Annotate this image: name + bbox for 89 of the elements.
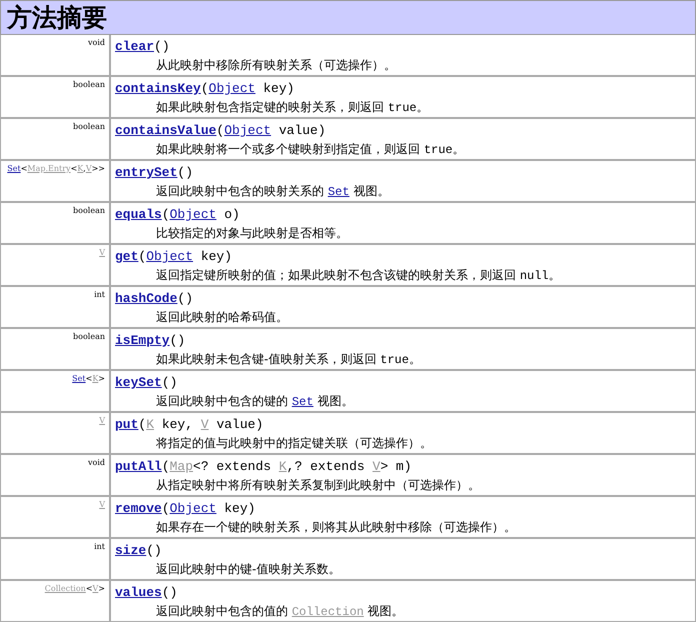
section-title: 方法摘要 <box>0 0 696 35</box>
signature-text: () <box>146 542 162 560</box>
description-text: 如果此映射将一个或多个键映射到指定值，则返回 <box>156 141 421 158</box>
description-text: 比较指定的对象与此映射是否相等。 <box>156 225 348 242</box>
return-type: < <box>70 164 78 173</box>
signature-text: key) <box>223 500 256 518</box>
signature-text: ( <box>216 122 224 140</box>
signature-text: () <box>154 38 170 56</box>
code-text: null <box>520 268 549 285</box>
method-link[interactable]: putAll <box>115 457 162 476</box>
return-type: int <box>94 290 105 299</box>
return-type: , <box>83 164 86 173</box>
description-text: 从此映射中移除所有映射关系（可选操作）。 <box>156 57 396 74</box>
return-type: > <box>98 374 105 383</box>
description-text: 返回此映射中包含的键的 <box>156 393 289 410</box>
code-text: true <box>388 100 417 117</box>
signature-text: () <box>170 332 186 350</box>
return-type: int <box>94 542 105 551</box>
signature-text: () <box>177 164 194 182</box>
description-text: 。 <box>416 99 429 116</box>
description-text: 视图。 <box>352 183 390 200</box>
signature-text: ( <box>162 206 170 224</box>
signature-text: <? extends <box>193 458 272 476</box>
signature-text: () <box>162 584 178 602</box>
return-type: boolean <box>73 122 105 131</box>
description-text: 。 <box>408 351 421 368</box>
code-text: true <box>424 142 453 159</box>
signature-text: value) <box>278 122 326 140</box>
signature-text: key, <box>160 416 194 434</box>
type-link[interactable]: Object <box>170 205 216 224</box>
signature-text: ( <box>162 500 170 518</box>
description-text: 返回指定键所映射的值；如果此映射不包含该键的映射关系，则返回 <box>156 267 517 284</box>
return-type: > <box>98 584 105 593</box>
method-link[interactable]: isEmpty <box>115 331 170 350</box>
method-link[interactable]: size <box>115 541 146 560</box>
return-type: < <box>86 374 92 383</box>
return-type: boolean <box>73 206 105 215</box>
signature-text: ( <box>138 248 146 266</box>
return-type: boolean <box>73 80 105 89</box>
description-text: 如果此映射未包含键-值映射关系，则返回 <box>156 351 378 368</box>
type-link[interactable]: Object <box>208 79 256 98</box>
method-link[interactable]: keySet <box>115 373 162 392</box>
type-link[interactable]: Object <box>224 121 272 140</box>
description-text: 从指定映射中将所有映射关系复制到此映射中（可选操作）。 <box>156 477 480 494</box>
signature-text: ( <box>138 416 146 434</box>
type-link[interactable]: Object <box>146 247 194 266</box>
code-text: true <box>380 352 409 369</box>
method-link[interactable]: values <box>115 583 162 602</box>
description-text: 返回此映射中包含的映射关系的 <box>156 183 325 200</box>
description-text: 返回此映射的哈希码值。 <box>156 309 288 326</box>
method-link[interactable]: equals <box>115 205 162 224</box>
return-type: void <box>88 458 105 467</box>
signature-text: ,? extends <box>286 458 366 476</box>
signature-text: key) <box>200 248 232 266</box>
signature-text: () <box>177 290 194 308</box>
type-link[interactable]: Set <box>72 374 86 383</box>
signature-text: ( <box>200 80 209 98</box>
type-link[interactable]: Set <box>328 183 350 202</box>
signature-text: key) <box>262 80 294 98</box>
method-link[interactable]: put <box>115 415 138 434</box>
method-link[interactable]: remove <box>115 499 162 518</box>
description-text: 如果存在一个键的映射关系，则将其从此映射中移除（可选操作）。 <box>156 519 516 536</box>
description-text: 返回此映射中包含的值的 <box>156 603 289 620</box>
description-text: 如果此映射包含指定键的映射关系，则返回 <box>156 99 385 116</box>
method-link[interactable]: containsValue <box>115 121 216 140</box>
method-link[interactable]: clear <box>115 37 154 56</box>
description-text: 视图。 <box>316 393 354 410</box>
signature-text: value) <box>215 416 264 434</box>
return-type: >> <box>92 164 105 173</box>
signature-text: ( <box>162 458 170 476</box>
method-link[interactable]: containsKey <box>115 79 201 98</box>
signature-text: () <box>162 374 178 392</box>
return-type: < <box>86 584 93 593</box>
method-link[interactable]: entrySet <box>115 163 178 182</box>
description-text: 将指定的值与此映射中的指定键关联（可选操作）。 <box>156 435 432 452</box>
signature-text: o) <box>223 206 240 224</box>
type-link[interactable]: Object <box>170 499 216 518</box>
return-type: boolean <box>73 332 105 341</box>
description-text: 。 <box>548 267 561 284</box>
signature-text: > m) <box>380 458 412 476</box>
description-text: 返回此映射中的键-值映射关系数。 <box>156 561 340 578</box>
return-type: void <box>88 38 105 47</box>
method-link[interactable]: get <box>115 247 138 266</box>
type-link[interactable]: Set <box>7 164 21 173</box>
description-text: 。 <box>452 141 465 158</box>
return-type: < <box>20 164 28 173</box>
description-text: 视图。 <box>366 603 404 620</box>
type-link[interactable]: Set <box>292 393 314 412</box>
method-link[interactable]: hashCode <box>115 289 178 308</box>
